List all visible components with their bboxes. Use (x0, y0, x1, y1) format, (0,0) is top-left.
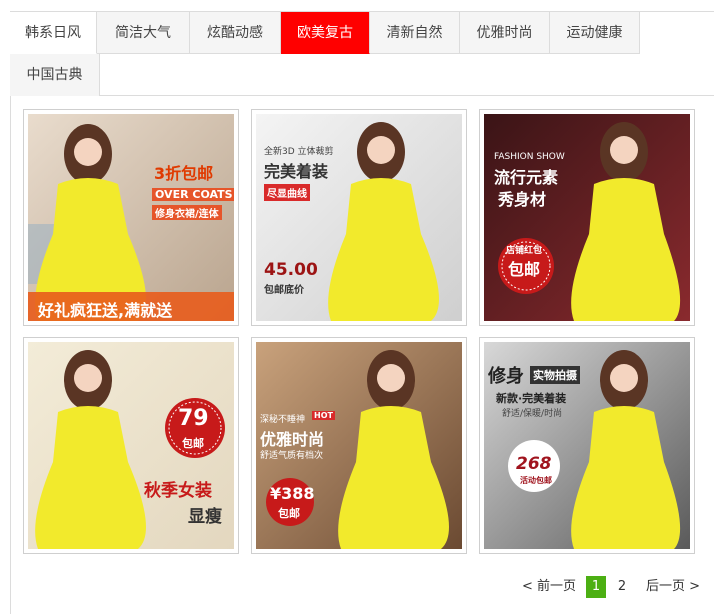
ad-subline: OVER COATS (152, 188, 234, 201)
ad-headline: 秋季女装 (144, 481, 212, 501)
ad-subline: 新款·完美着装 (496, 392, 567, 405)
product-card-2[interactable]: 全新3D 立体裁剪 完美着装 尽显曲线 45.00 包邮底价 (251, 109, 467, 326)
ad-headline: 修身 (488, 366, 524, 387)
ad-badge-value: 包邮 (508, 260, 541, 279)
tab-sport-health[interactable]: 运动健康 (550, 12, 640, 54)
ad-tag: 实物拍摄 (530, 366, 580, 384)
ad-subline: 舒适气质有档次 (260, 451, 324, 461)
ad-price: 45.00 (264, 260, 318, 280)
tab-elegant-fashion[interactable]: 优雅时尚 (460, 12, 550, 54)
ad-subline: 秀身材 (498, 190, 547, 209)
ad-badge-label: 店铺红包 (506, 246, 543, 256)
prev-page-link[interactable]: < 前一页 (518, 576, 580, 598)
tab-korean-japanese[interactable]: 韩系日风 (10, 12, 97, 54)
product-card-6[interactable]: 修身 实物拍摄 新款·完美着装 舒适/保暖/时尚 268 活动包邮 (479, 337, 695, 554)
dress-model-image (484, 114, 690, 321)
ad-banner: 好礼疯狂送,满就送 (38, 301, 173, 320)
ad-price-note: 活动包邮 (520, 476, 552, 485)
style-tabs: 韩系日风 简洁大气 炫酷动感 欧美复古 清新自然 优雅时尚 运动健康 中国古典 (10, 12, 714, 96)
product-card-5[interactable]: 深秘不睡神 HOT 优雅时尚 舒适气质有档次 ¥388 包邮 (251, 337, 467, 554)
ad-price: ¥388 (270, 484, 315, 503)
ad-tagline: 深秘不睡神 (260, 415, 306, 425)
ad-headline: 完美着装 (264, 162, 329, 181)
ad-subline-2: 舒适/保暖/时尚 (502, 409, 563, 419)
page-1-button[interactable]: 1 (586, 576, 606, 598)
ad-price-note: 包邮底价 (264, 285, 304, 296)
next-page-link[interactable]: 后一页 > (642, 576, 704, 598)
ad-headline: 优雅时尚 (260, 430, 325, 449)
ad-price-note: 包邮 (278, 507, 300, 520)
ad-price-note: 包邮 (182, 437, 204, 450)
tab-fresh-natural[interactable]: 清新自然 (370, 12, 460, 54)
tab-simple[interactable]: 简洁大气 (97, 12, 190, 54)
ad-tagline: FASHION SHOW (494, 152, 565, 162)
ad-headline: 流行元素 (494, 168, 559, 187)
tab-cool-dynamic[interactable]: 炫酷动感 (190, 12, 281, 54)
product-card-1[interactable]: 3折包邮 OVER COATS 修身衣裙/连体 好礼疯狂送,满就送 (23, 109, 239, 326)
tab-chinese-classic[interactable]: 中国古典 (10, 54, 100, 96)
product-card-4[interactable]: 79 包邮 秋季女装 显瘦 (23, 337, 239, 554)
ad-price: 79 (178, 406, 209, 431)
ad-subline: 尽显曲线 (264, 184, 310, 201)
hot-badge: HOT (312, 411, 335, 420)
tab-euro-retro[interactable]: 欧美复古 (281, 12, 370, 54)
product-card-3[interactable]: FASHION SHOW 流行元素 秀身材 店铺红包 包邮 (479, 109, 695, 326)
ad-price: 268 (516, 454, 552, 474)
ad-subline-2: 修身衣裙/连体 (152, 205, 222, 220)
page-2-button[interactable]: 2 (612, 576, 632, 598)
ad-tagline: 全新3D 立体裁剪 (264, 147, 334, 157)
ad-subline: 显瘦 (188, 507, 222, 527)
ad-headline: 3折包邮 (154, 164, 214, 183)
pagination: < 前一页 1 2 后一页 > (518, 576, 708, 598)
